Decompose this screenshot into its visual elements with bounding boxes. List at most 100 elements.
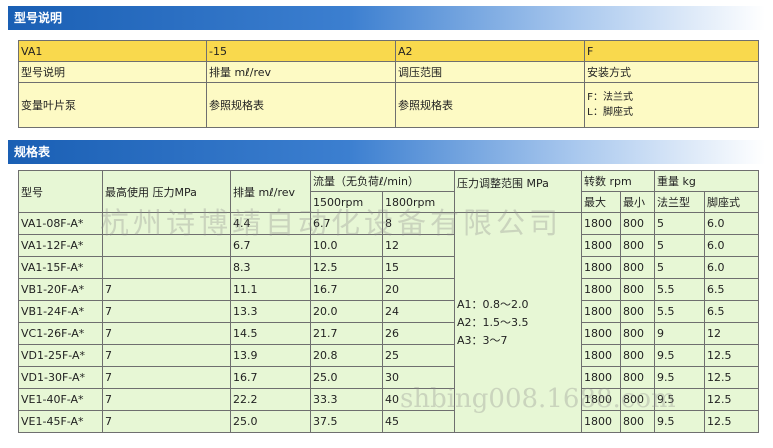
header-model: 型号 xyxy=(18,170,103,213)
cell-f1800: 12 xyxy=(382,234,455,257)
model-code-table: VA1 -15 A2 F 型号说明 排量 mℓ/rev 调压范围 安装方式 变量… xyxy=(18,40,759,128)
code-mount: F xyxy=(584,40,759,62)
cell-foot: 6.0 xyxy=(703,256,760,279)
header-pressure-range: 压力调整范围 MPa xyxy=(454,170,582,213)
pressure-range-item: A3：3～7 xyxy=(457,333,508,347)
table-row: VD1-30F-A* 7 16.7 25.0 30 1800 800 9.5 12.5 xyxy=(18,366,760,389)
cell-f1800: 15 xyxy=(382,256,455,279)
header-weight-foot: 脚座式 xyxy=(703,191,760,213)
cell-f1500: 25.0 xyxy=(310,366,383,389)
header-max-pressure: 最高使用 压力MPa xyxy=(102,170,231,213)
cell-flange: 9.5 xyxy=(654,344,705,367)
cell-f1500: 12.5 xyxy=(310,256,383,279)
cell-max-rpm: 1800 xyxy=(581,212,621,235)
cell-disp: 22.2 xyxy=(230,388,311,411)
cell-model: VB1-24F-A* xyxy=(18,300,103,323)
header-weight-flange: 法兰型 xyxy=(654,191,705,213)
code-pressure: A2 xyxy=(395,40,585,62)
cell-f1800: 26 xyxy=(382,322,455,345)
cell-disp: 25.0 xyxy=(230,410,311,433)
cell-f1800: 8 xyxy=(382,212,455,235)
header-flow-1500: 1500rpm xyxy=(310,191,383,213)
cell-max-rpm: 1800 xyxy=(581,410,621,433)
spec-table: 型号 最高使用 压力MPa 排量 mℓ/rev 流量（无负荷ℓ/min） 压力调… xyxy=(18,170,760,433)
cell-f1500: 33.3 xyxy=(310,388,383,411)
cell-disp: 13.9 xyxy=(230,344,311,367)
cell-min-rpm: 800 xyxy=(620,256,655,279)
cell-flange: 5 xyxy=(654,256,705,279)
table-row: VB1-24F-A* 7 13.3 20.0 24 1800 800 5.5 6.5 xyxy=(18,300,760,323)
cell-f1500: 6.7 xyxy=(310,212,383,235)
desc-pressure: 参照规格表 xyxy=(395,82,585,128)
cell-max-p: 7 xyxy=(102,410,231,433)
cell-disp: 11.1 xyxy=(230,278,311,301)
cell-max-rpm: 1800 xyxy=(581,366,621,389)
cell-foot: 12.5 xyxy=(703,410,760,433)
cell-min-rpm: 800 xyxy=(620,344,655,367)
mount-flange: F：法兰式 xyxy=(587,92,634,103)
cell-min-rpm: 800 xyxy=(620,234,655,257)
header-speed-max: 最大 xyxy=(581,191,621,213)
cell-f1800: 45 xyxy=(382,410,455,433)
label-mount: 安装方式 xyxy=(584,61,759,83)
header-speed: 转数 rpm xyxy=(581,170,655,192)
cell-max-p: 7 xyxy=(102,388,231,411)
cell-f1800: 25 xyxy=(382,344,455,367)
table-row: VB1-20F-A* 7 11.1 16.7 20 1800 800 5.5 6.5 xyxy=(18,278,760,301)
cell-min-rpm: 800 xyxy=(620,300,655,323)
cell-model: VE1-45F-A* xyxy=(18,410,103,433)
table-row: VC1-26F-A* 7 14.5 21.7 26 1800 800 9 12 xyxy=(18,322,760,345)
label-pressure: 调压范围 xyxy=(395,61,585,83)
cell-disp: 16.7 xyxy=(230,366,311,389)
cell-f1500: 16.7 xyxy=(310,278,383,301)
cell-model: VB1-20F-A* xyxy=(18,278,103,301)
cell-model: VA1-08F-A* xyxy=(18,212,103,235)
table-row: VA1-15F-A* 8.3 12.5 15 1800 800 5 6.0 xyxy=(18,256,760,279)
cell-min-rpm: 800 xyxy=(620,212,655,235)
cell-f1800: 30 xyxy=(382,366,455,389)
cell-max-p: 7 xyxy=(102,366,231,389)
cell-min-rpm: 800 xyxy=(620,278,655,301)
header-flow: 流量（无负荷ℓ/min） xyxy=(310,170,455,192)
spec-section-header: 规格表 xyxy=(8,140,765,164)
cell-max-rpm: 1800 xyxy=(581,300,621,323)
cell-model: VD1-30F-A* xyxy=(18,366,103,389)
cell-disp: 14.5 xyxy=(230,322,311,345)
cell-f1500: 20.0 xyxy=(310,300,383,323)
cell-f1800: 24 xyxy=(382,300,455,323)
cell-model: VD1-25F-A* xyxy=(18,344,103,367)
desc-displacement: 参照规格表 xyxy=(206,82,396,128)
cell-foot: 12.5 xyxy=(703,344,760,367)
cell-max-rpm: 1800 xyxy=(581,256,621,279)
cell-disp: 6.7 xyxy=(230,234,311,257)
cell-max-p: 7 xyxy=(102,300,231,323)
cell-f1500: 21.7 xyxy=(310,322,383,345)
pressure-range-item: A2：1.5～3.5 xyxy=(457,315,529,329)
table-row: VA1-08F-A* 4.4 6.7 8 A1：0.8～2.0 A2：1.5～3.5 A3：… xyxy=(18,212,760,433)
pressure-range-cell: A1：0.8～2.0 A2：1.5～3.5 A3：3～7 xyxy=(454,212,582,433)
cell-f1500: 20.8 xyxy=(310,344,383,367)
header-displacement: 排量 mℓ/rev xyxy=(230,170,311,213)
cell-foot: 6.0 xyxy=(703,234,760,257)
label-displacement: 排量 mℓ/rev xyxy=(206,61,396,83)
cell-max-p xyxy=(102,234,231,257)
header-speed-min: 最小 xyxy=(620,191,655,213)
cell-flange: 9 xyxy=(654,322,705,345)
code-displacement: -15 xyxy=(206,40,396,62)
cell-min-rpm: 800 xyxy=(620,322,655,345)
code-series: VA1 xyxy=(18,40,207,62)
cell-max-rpm: 1800 xyxy=(581,344,621,367)
cell-foot: 6.5 xyxy=(703,278,760,301)
model-section-header: 型号说明 xyxy=(8,6,765,30)
pressure-range-item: A1：0.8～2.0 xyxy=(457,297,529,311)
cell-foot: 6.5 xyxy=(703,300,760,323)
cell-model: VA1-12F-A* xyxy=(18,234,103,257)
cell-model: VE1-40F-A* xyxy=(18,388,103,411)
desc-model: 变量叶片泵 xyxy=(18,82,207,128)
cell-disp: 13.3 xyxy=(230,300,311,323)
table-row: VD1-25F-A* 7 13.9 20.8 25 1800 800 9.5 12.5 xyxy=(18,344,760,367)
cell-max-p xyxy=(102,256,231,279)
cell-max-p: 7 xyxy=(102,344,231,367)
cell-flange: 9.5 xyxy=(654,366,705,389)
cell-min-rpm: 800 xyxy=(620,366,655,389)
